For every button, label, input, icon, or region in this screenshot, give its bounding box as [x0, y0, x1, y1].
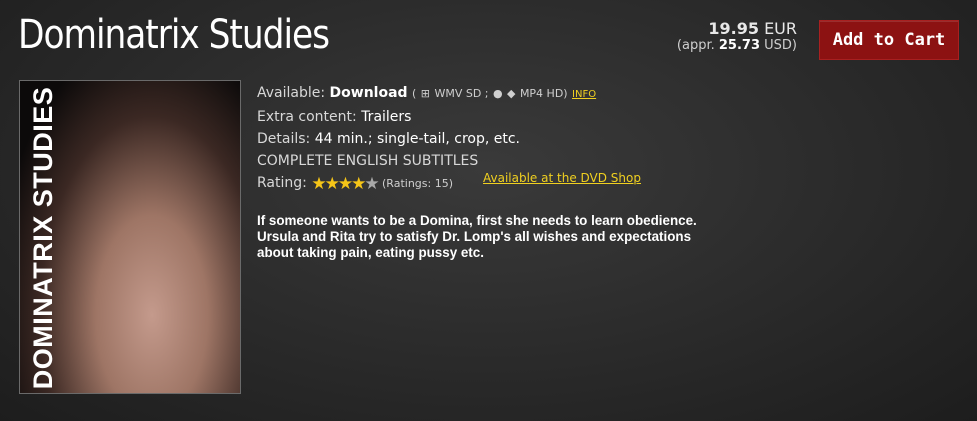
add-to-cart-button[interactable]: Add to Cart: [819, 20, 959, 60]
rating-stars[interactable]: ★★★★★: [311, 173, 379, 195]
format-hd: MP4 HD): [519, 87, 568, 100]
details-label: Details:: [257, 131, 311, 147]
cover-title: DOMINATRIX STUDIES: [28, 86, 58, 390]
apple-icon: ●: [492, 87, 503, 100]
subtitles-row: COMPLETE ENGLISH SUBTITLES: [257, 153, 479, 169]
available-label: Available:: [257, 85, 326, 101]
star-empty-icon[interactable]: ★: [364, 174, 379, 194]
star-filled-icon[interactable]: ★: [351, 174, 366, 194]
details-row: Details: 44 min.; single-tail, crop, etc…: [257, 128, 596, 150]
rating-label: Rating:: [257, 175, 307, 191]
windows-icon: ⊞: [420, 87, 430, 100]
extra-label: Extra content:: [257, 109, 357, 125]
price-main: 19.95 EUR: [677, 20, 797, 37]
star-filled-icon[interactable]: ★: [325, 174, 340, 194]
extra-row: Extra content: Trailers: [257, 106, 596, 128]
product-description: If someone wants to be a Domina, first s…: [257, 213, 697, 260]
android-icon: ◆: [507, 87, 516, 100]
price-approx-suffix: USD): [764, 38, 797, 53]
ratings-count: (Ratings: 15): [382, 177, 453, 190]
price-approx: (appr. 25.73 USD): [677, 37, 797, 54]
price-amount: 19.95: [708, 19, 759, 38]
dvd-shop-link[interactable]: Available at the DVD Shop: [483, 171, 641, 185]
product-title: Dominatrix Studies: [18, 12, 330, 58]
info-link[interactable]: INFO: [572, 89, 596, 100]
extra-value: Trailers: [361, 109, 412, 125]
format-open: (: [412, 87, 417, 100]
format-sd: WMV SD ;: [434, 87, 489, 100]
available-row: Available: Download ( ⊞ WMV SD ; ● ◆ MP4…: [257, 82, 596, 106]
available-value: Download: [329, 85, 408, 101]
star-filled-icon[interactable]: ★: [311, 174, 326, 194]
details-value: 44 min.; single-tail, crop, etc.: [314, 131, 520, 147]
star-filled-icon[interactable]: ★: [338, 174, 353, 194]
price-approx-amount: 25.73: [718, 38, 760, 53]
price-approx-prefix: (appr.: [676, 38, 715, 53]
price-block: 19.95 EUR (appr. 25.73 USD): [677, 20, 797, 54]
product-cover-image[interactable]: DOMINATRIX STUDIES: [19, 80, 241, 394]
price-currency: EUR: [764, 19, 797, 38]
